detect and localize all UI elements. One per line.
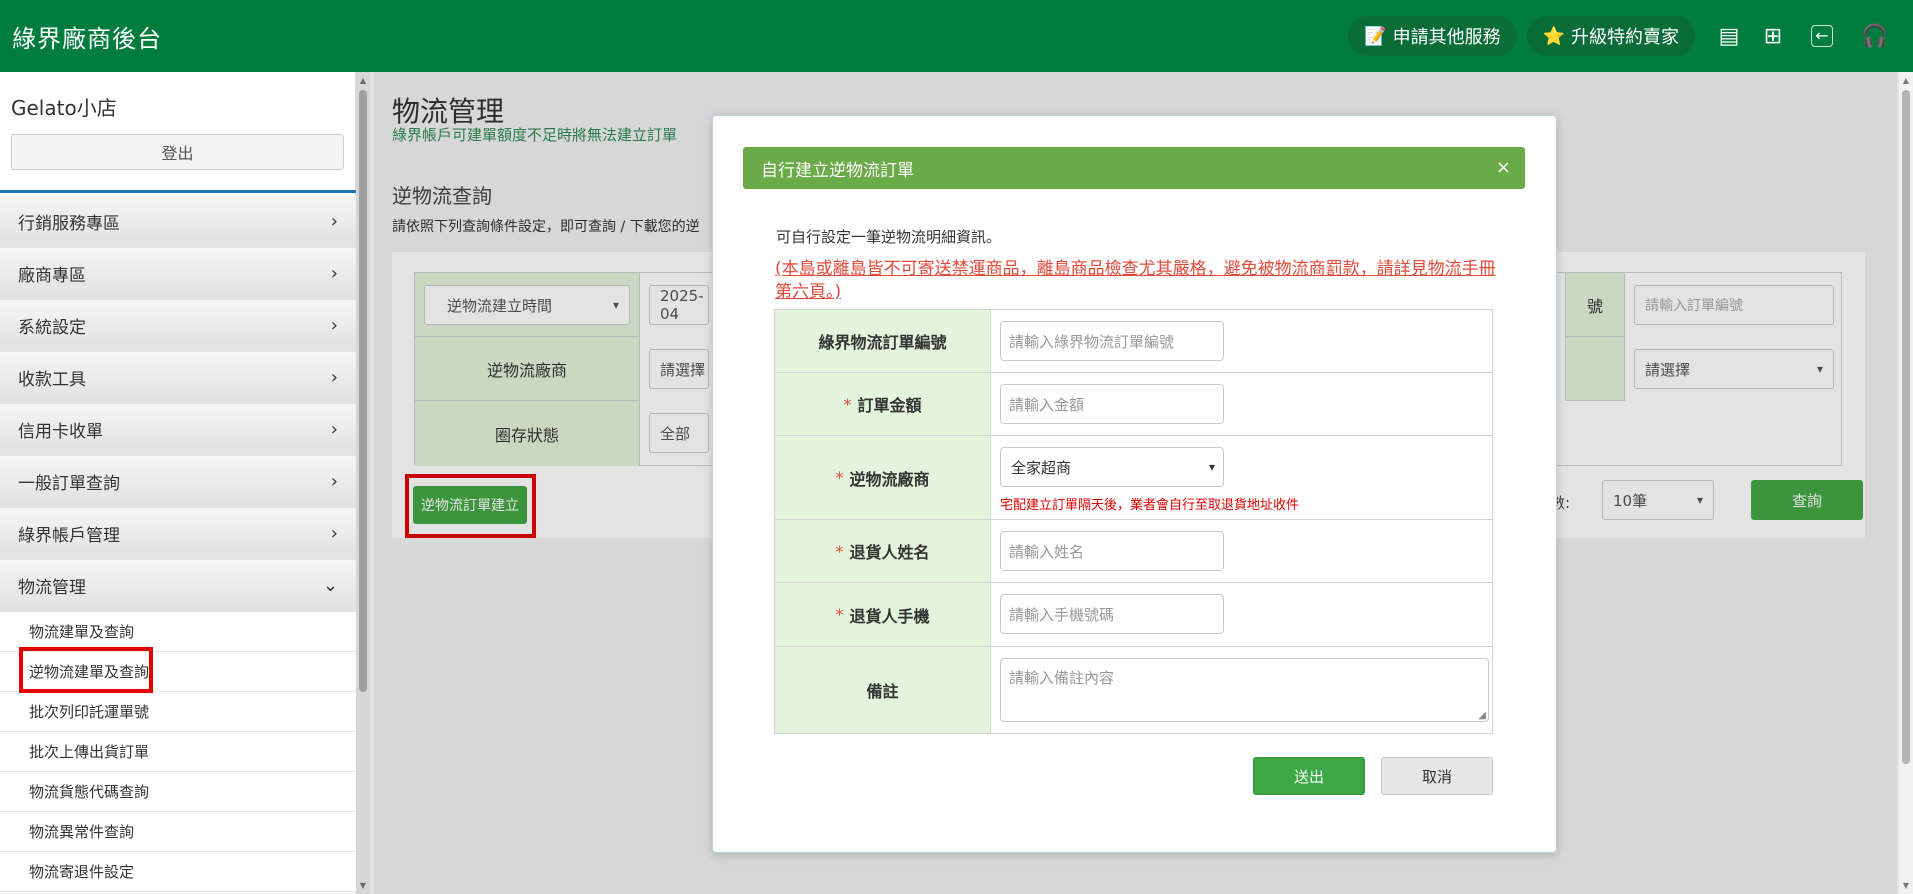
upgrade-seller-label: 升級特約賣家 [1571,27,1679,48]
chevron-right-icon: › [330,263,338,284]
highlight-box-submenu [19,647,153,693]
clipboard-icon[interactable]: ▤ [1709,24,1749,49]
menu-item-label: 綠界帳戶管理 [18,526,120,546]
required-mark: * [835,605,844,624]
required-mark: * [835,541,844,561]
modal-warning-link[interactable]: (本島或離島皆不可寄送禁運商品，離島商品檢查尤其嚴格，避免被物流商罰款，請詳見物… [775,258,1505,304]
vendor-label: * 逆物流廠商 [775,436,991,519]
star-icon: ⭐ [1542,25,1565,47]
amount-label-text: 訂單金額 [857,396,922,415]
cancel-button[interactable]: 取消 [1381,757,1493,795]
document-edit-icon: 📝 [1364,25,1387,47]
modal-form-table: 綠界物流訂單編號 請輸入綠界物流訂單編號 * 訂單金額 請輸入金額 * 逆物流廠商 … [774,309,1493,734]
form-row-name: * 退貨人姓名 請輸入姓名 [775,520,1492,583]
menu-item-marketing[interactable]: 行銷服務專區 › [0,196,356,248]
order-no-label: 綠界物流訂單編號 [775,310,991,372]
required-mark: * [843,394,852,414]
scroll-down-icon[interactable]: ▼ [1899,881,1913,890]
form-row-amount: * 訂單金額 請輸入金額 [775,373,1492,436]
vendor-select[interactable]: 全家超商 ▾ [1000,447,1224,487]
phone-label: * 退貨人手機 [775,583,991,646]
upgrade-seller-button[interactable]: ⭐ 升級特約賣家 [1526,16,1695,56]
shop-name: Gelato小店 [11,96,117,120]
modal-intro: 可自行設定一筆逆物流明細資訊。 [776,228,1002,246]
note-label: 備註 [775,647,991,733]
menu-item-order-query[interactable]: 一般訂單查詢 › [0,456,356,508]
form-row-note: 備註 請輸入備註內容 ◢ [775,647,1492,733]
menu-item-logistics[interactable]: 物流管理 ⌄ [0,560,356,612]
menu-item-account[interactable]: 綠界帳戶管理 › [0,508,356,560]
menu-item-label: 信用卡收單 [18,422,103,442]
chevron-right-icon: › [330,315,338,336]
headset-icon[interactable]: 🎧 [1855,24,1895,49]
sidebar: Gelato小店 登出 行銷服務專區 › 廠商專區 › 系統設定 › 收款工具 › 信用… [0,72,356,894]
menu-item-system-settings[interactable]: 系統設定 › [0,300,356,352]
create-reverse-order-modal: 自行建立逆物流訂單 × 可自行設定一筆逆物流明細資訊。 (本島或離島皆不可寄送禁… [712,115,1557,853]
close-icon[interactable]: × [1496,157,1511,178]
modal-title: 自行建立逆物流訂單 [761,160,914,181]
submenu-item-batch-print[interactable]: 批次列印託運單號 [0,692,356,732]
note-placeholder: 請輸入備註內容 [1009,669,1115,687]
form-row-order-no: 綠界物流訂單編號 請輸入綠界物流訂單編號 [775,310,1492,373]
menu-item-payment-tools[interactable]: 收款工具 › [0,352,356,404]
required-mark: * [835,468,844,487]
brand-title[interactable]: 綠界廠商後台 [12,19,162,54]
resize-grip-icon[interactable]: ◢ [1478,710,1486,721]
submenu-item-status-code[interactable]: 物流貨態代碼查詢 [0,772,356,812]
apply-services-button[interactable]: 📝 申請其他服務 [1348,16,1517,56]
grid-menu-icon[interactable]: ⊞ [1753,24,1793,49]
phone-label-text: 退貨人手機 [849,606,930,626]
logout-button[interactable]: 登出 [11,134,344,170]
submenu-item-return-settings[interactable]: 物流寄退件設定 [0,852,356,892]
name-label: * 退貨人姓名 [775,520,991,582]
menu-item-label: 一般訂單查詢 [18,474,120,494]
chevron-right-icon: › [330,471,338,492]
chevron-right-icon: › [330,367,338,388]
chevron-right-icon: › [330,523,338,544]
submenu-item-batch-upload[interactable]: 批次上傳出貨訂單 [0,732,356,772]
modal-header: 自行建立逆物流訂單 × [743,147,1525,189]
top-bar: 綠界廠商後台 📝 申請其他服務 ⭐ 升級特約賣家 ▤ ⊞ ← 🎧 [0,0,1913,72]
top-actions: 📝 申請其他服務 ⭐ 升級特約賣家 ▤ ⊞ ← 🎧 [1348,0,1913,72]
page-scrollbar[interactable]: ▲ ▼ [1899,72,1913,894]
vendor-value: 全家超商 [1011,458,1072,477]
apply-services-label: 申請其他服務 [1392,27,1501,48]
menu-item-label: 物流管理 [18,578,86,598]
submenu-item-logistics-order[interactable]: 物流建單及查詢 [0,612,356,652]
scroll-up-icon[interactable]: ▲ [1899,76,1913,85]
submit-button[interactable]: 送出 [1253,757,1365,795]
amount-label: * 訂單金額 [775,373,991,435]
amount-input[interactable]: 請輸入金額 [1000,384,1224,424]
form-row-vendor: * 逆物流廠商 全家超商 ▾ 宅配建立訂單隔天後，業者會自行至取退貨地址收件 [775,436,1492,520]
order-no-input[interactable]: 請輸入綠界物流訂單編號 [1000,321,1224,361]
vendor-label-text: 逆物流廠商 [849,469,930,489]
phone-input[interactable]: 請輸入手機號碼 [1000,594,1224,634]
menu-item-credit-card[interactable]: 信用卡收單 › [0,404,356,456]
menu-item-vendor[interactable]: 廠商專區 › [0,248,356,300]
chevron-right-icon: › [330,419,338,440]
chevron-down-icon: ⌄ [322,575,338,596]
scrollbar-thumb[interactable] [1902,90,1910,764]
chevron-right-icon: › [330,211,338,232]
form-row-phone: * 退貨人手機 請輸入手機號碼 [775,583,1492,647]
menu-item-label: 廠商專區 [18,266,86,286]
name-label-text: 退貨人姓名 [849,543,930,562]
vendor-note: 宅配建立訂單隔天後，業者會自行至取退貨地址收件 [1000,498,1300,513]
menu-item-label: 系統設定 [18,318,86,338]
submenu-item-exception[interactable]: 物流異常件查詢 [0,812,356,852]
note-textarea[interactable]: 請輸入備註內容 ◢ [1000,658,1489,722]
chevron-down-icon: ▾ [1208,460,1215,474]
sidebar-menu: 行銷服務專區 › 廠商專區 › 系統設定 › 收款工具 › 信用卡收單 › 一般訂單查詢 ›… [0,196,356,892]
menu-item-label: 收款工具 [18,370,86,390]
sidebar-divider [0,190,356,193]
back-arrow-icon[interactable]: ← [1811,25,1833,47]
menu-item-label: 行銷服務專區 [18,214,120,234]
name-input[interactable]: 請輸入姓名 [1000,531,1224,571]
